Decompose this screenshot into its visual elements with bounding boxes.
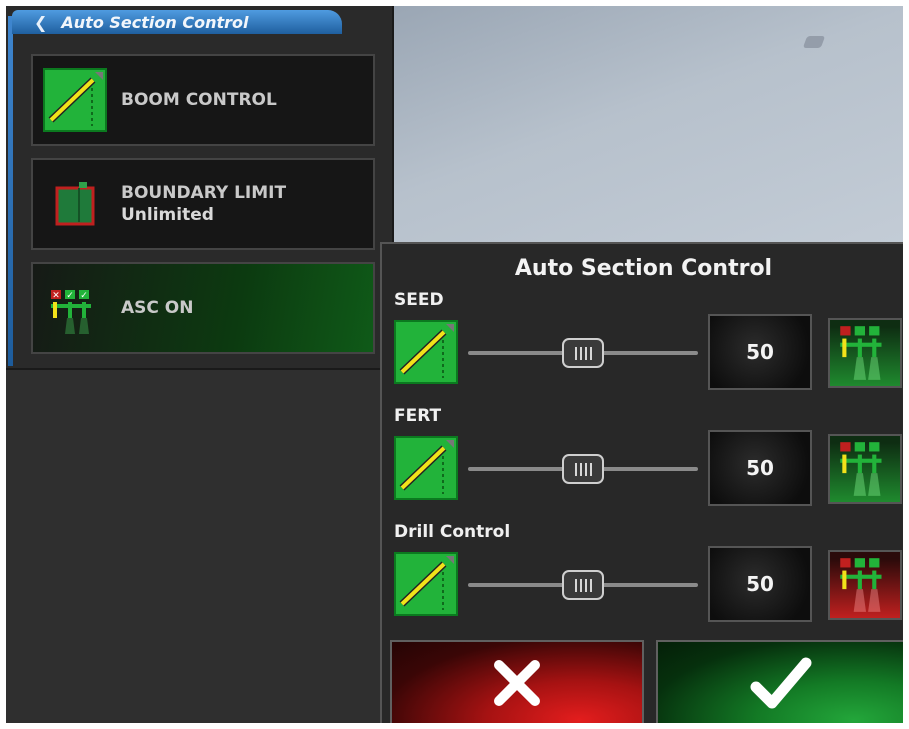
vehicle-marker-icon xyxy=(802,36,826,48)
fert-boom-icon[interactable] xyxy=(394,436,458,500)
grip-icon xyxy=(574,462,592,476)
seed-slider-thumb[interactable] xyxy=(562,338,604,368)
row-label-drill-control: Drill Control xyxy=(394,522,511,542)
seed-value-field[interactable]: 50 xyxy=(708,314,812,390)
panel-title-tab[interactable]: ❮ Auto Section Control xyxy=(12,10,342,34)
boundary-limit-icon xyxy=(43,172,107,236)
drill-value-field[interactable]: 50 xyxy=(708,546,812,622)
dialog-title: Auto Section Control xyxy=(514,256,773,281)
panel-title: Auto Section Control xyxy=(61,12,249,32)
fert-slider-thumb[interactable] xyxy=(562,454,604,484)
drill-boom-icon[interactable] xyxy=(394,552,458,616)
drill-slider-thumb[interactable] xyxy=(562,570,604,600)
screen: ❮ Auto Section Control BOOM CONTROL BOUN… xyxy=(6,6,903,723)
checkmark-icon xyxy=(658,642,903,723)
svg-text:✓: ✓ xyxy=(66,291,74,301)
boom-control-icon xyxy=(43,68,107,132)
grip-icon xyxy=(574,578,592,592)
seed-boom-icon[interactable] xyxy=(394,320,458,384)
boundary-limit-label: BOUNDARY LIMIT xyxy=(121,183,287,203)
map-view[interactable] xyxy=(392,6,903,246)
close-icon xyxy=(392,642,642,723)
row-label-seed: SEED xyxy=(394,290,444,310)
svg-text:✓: ✓ xyxy=(80,291,88,301)
boundary-limit-value: Unlimited xyxy=(121,205,214,225)
seed-asc-button[interactable] xyxy=(828,318,902,388)
menu-item-boundary-limit[interactable]: BOUNDARY LIMIT Unlimited xyxy=(31,158,375,250)
asc-dialog: Auto Section Control SEED 50 FERT 50 Dri… xyxy=(380,242,903,723)
confirm-button[interactable] xyxy=(656,640,903,723)
grip-icon xyxy=(574,346,592,360)
fert-asc-button[interactable] xyxy=(828,434,902,504)
menu-item-boom-control[interactable]: BOOM CONTROL xyxy=(31,54,375,146)
row-label-fert: FERT xyxy=(394,406,442,426)
panel-accent-bar xyxy=(8,16,13,366)
svg-text:✕: ✕ xyxy=(52,291,60,301)
back-chevron-icon[interactable]: ❮ xyxy=(34,13,47,32)
drill-asc-button[interactable] xyxy=(828,550,902,620)
cancel-button[interactable] xyxy=(390,640,644,723)
asc-on-label: ASC ON xyxy=(121,298,194,318)
asc-status-icon: ✕ ✓ ✓ xyxy=(43,276,107,340)
fert-value-field[interactable]: 50 xyxy=(708,430,812,506)
menu-item-asc-on[interactable]: ✕ ✓ ✓ ASC ON xyxy=(31,262,375,354)
boom-control-label: BOOM CONTROL xyxy=(121,90,277,110)
asc-side-panel: ❮ Auto Section Control BOOM CONTROL BOUN… xyxy=(6,6,394,370)
